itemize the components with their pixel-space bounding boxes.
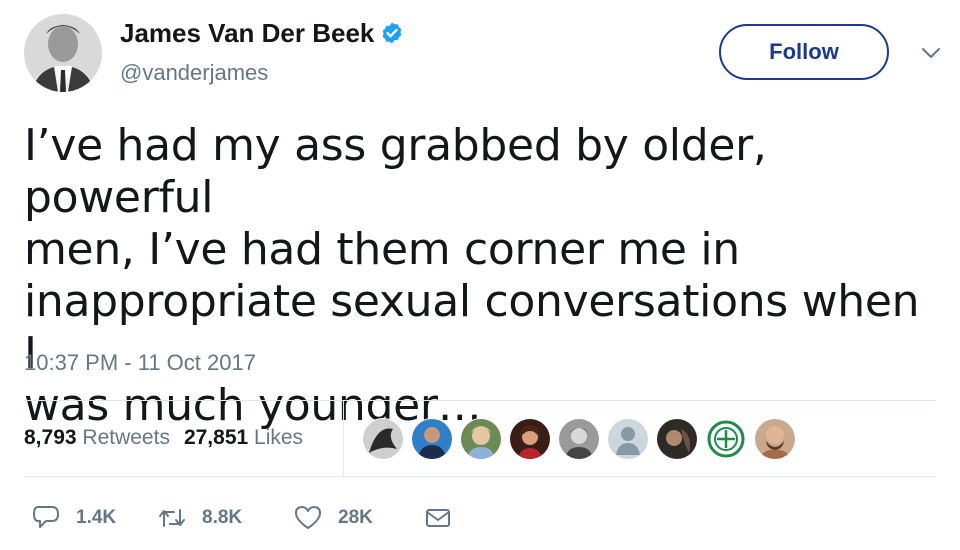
tweet-card: James Van Der Beek @vanderjames Follow I… bbox=[0, 0, 960, 550]
reply-button[interactable]: 1.4K bbox=[32, 498, 116, 538]
tweet-text: I’ve had my ass grabbed by older, powerf… bbox=[24, 120, 934, 432]
chevron-down-icon[interactable] bbox=[920, 42, 942, 64]
liker-avatar[interactable] bbox=[509, 418, 551, 460]
follow-button[interactable]: Follow bbox=[719, 24, 889, 80]
liker-avatar[interactable] bbox=[558, 418, 600, 460]
retweets-count: 8,793 bbox=[24, 426, 77, 449]
liker-avatar[interactable] bbox=[754, 418, 796, 460]
retweets-stat[interactable]: 8,793 Retweets bbox=[24, 426, 184, 449]
tweet-text-line: I’ve had my ass grabbed by older, powerf… bbox=[24, 120, 767, 223]
retweet-button[interactable]: 8.8K bbox=[158, 498, 242, 538]
liker-avatar[interactable] bbox=[362, 418, 404, 460]
liker-avatar[interactable] bbox=[460, 418, 502, 460]
like-button[interactable]: 28K bbox=[294, 498, 373, 538]
envelope-icon bbox=[426, 509, 450, 527]
like-count: 28K bbox=[338, 507, 373, 528]
tweet-stats: 8,793 Retweets 27,851 Likes bbox=[24, 426, 317, 450]
stats-divider bbox=[343, 400, 344, 476]
liker-avatar[interactable] bbox=[705, 418, 747, 460]
retweets-label: Retweets bbox=[82, 426, 170, 449]
tweet-text-line: men, I’ve had them corner me in bbox=[24, 224, 740, 275]
divider bbox=[24, 400, 936, 401]
likes-stat[interactable]: 27,851 Likes bbox=[184, 426, 317, 449]
liker-avatar[interactable] bbox=[656, 418, 698, 460]
liker-avatar[interactable] bbox=[607, 418, 649, 460]
direct-message-button[interactable] bbox=[424, 498, 452, 538]
retweet-count: 8.8K bbox=[202, 507, 243, 528]
display-name-text: James Van Der Beek bbox=[120, 18, 375, 48]
tweet-timestamp[interactable]: 10:37 PM - 11 Oct 2017 bbox=[24, 350, 256, 376]
divider bbox=[24, 476, 936, 477]
reply-icon bbox=[33, 506, 59, 528]
retweet-icon bbox=[159, 509, 185, 527]
display-name[interactable]: James Van Der Beek bbox=[120, 18, 404, 49]
user-handle[interactable]: @vanderjames bbox=[120, 60, 268, 86]
likes-count: 27,851 bbox=[183, 426, 249, 449]
liker-avatar[interactable] bbox=[411, 418, 453, 460]
avatar-image bbox=[24, 14, 102, 92]
avatar[interactable] bbox=[24, 14, 102, 92]
likes-label: Likes bbox=[254, 426, 304, 449]
verified-badge-icon bbox=[382, 22, 402, 44]
reply-count: 1.4K bbox=[76, 507, 117, 528]
heart-icon bbox=[295, 506, 321, 529]
